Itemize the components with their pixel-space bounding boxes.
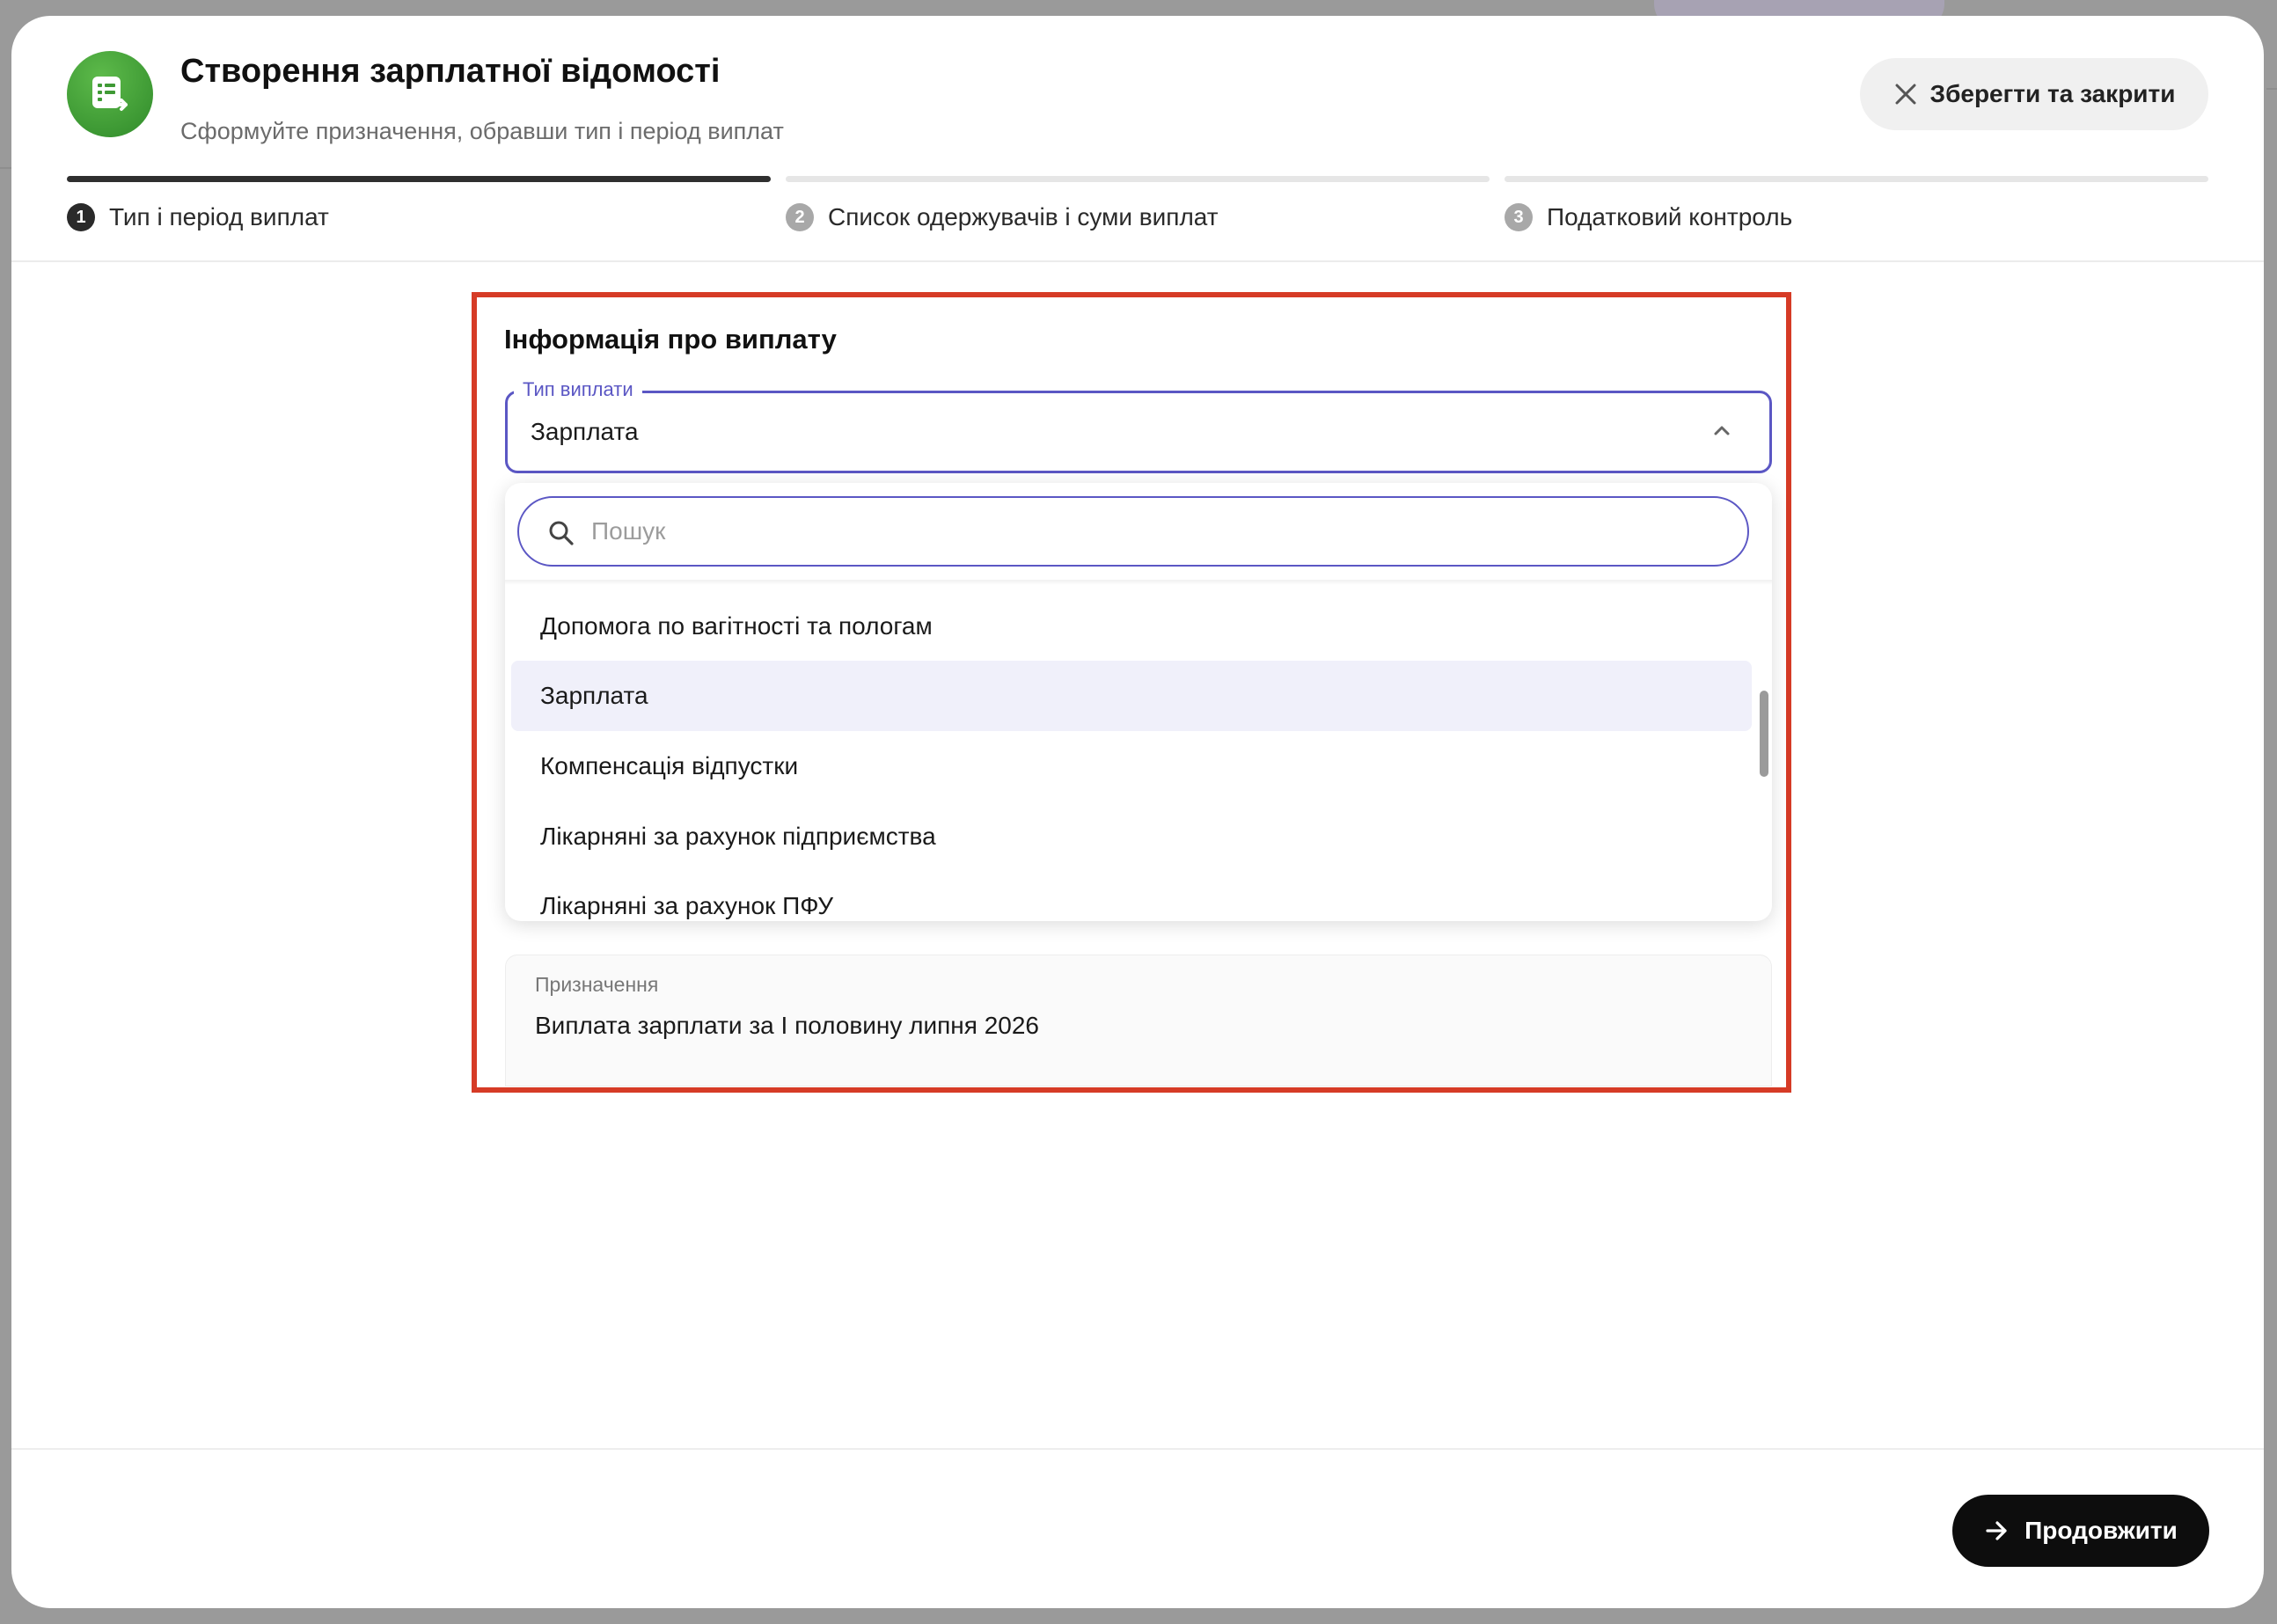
step-progress-bar: [786, 176, 1490, 182]
arrow-right-icon: [1986, 1521, 2007, 1540]
option-sick-leave-pfu[interactable]: Лікарняні за рахунок ПФУ: [511, 871, 1752, 921]
purpose-value: Виплата зарплати за І половину липня 202…: [535, 1012, 1040, 1039]
payroll-document-icon: [67, 51, 153, 137]
close-icon: [1895, 84, 1916, 105]
modal-footer: [11, 1448, 2264, 1608]
dropdown-search: [517, 496, 1749, 567]
continue-label: Продовжити: [2024, 1517, 2178, 1544]
option-sick-leave-company[interactable]: Лікарняні за рахунок підприємства: [511, 801, 1752, 872]
background-divider: [0, 167, 11, 169]
step-2[interactable]: 2 Список одержувачів і суми виплат: [786, 176, 1490, 231]
step-number: 1: [67, 203, 95, 231]
modal-header: Створення зарплатної відомості Сформуйте…: [11, 16, 2264, 262]
dropdown-scrollbar[interactable]: [1760, 691, 1768, 777]
search-divider: [505, 580, 1772, 585]
step-1[interactable]: 1 Тип і період виплат: [67, 176, 771, 231]
step-label: Тип і період виплат: [109, 203, 329, 230]
step-label: Податковий контроль: [1547, 203, 1793, 230]
search-input[interactable]: [591, 507, 1726, 556]
step-3[interactable]: 3 Податковий контроль: [1505, 176, 2208, 231]
step-progress-bar: [67, 176, 771, 182]
background-divider: [2266, 88, 2277, 90]
option-salary[interactable]: Зарплата: [511, 661, 1752, 731]
purpose-field[interactable]: Призначення Виплата зарплати за І полови…: [505, 955, 1772, 1086]
continue-button[interactable]: Продовжити: [1952, 1495, 2209, 1567]
step-number: 2: [786, 203, 814, 231]
step-label: Список одержувачів і суми виплат: [828, 203, 1219, 230]
stepper: 1 Тип і період виплат 2 Список одержувач…: [67, 176, 2209, 246]
step-progress-bar: [1505, 176, 2208, 182]
save-and-close-label: Зберегти та закрити: [1929, 80, 2176, 107]
modal-subtitle: Сформуйте призначення, обравши тип і пер…: [180, 118, 784, 144]
payment-type-dropdown: Допомога по вагітності та пологам Зарпла…: [505, 483, 1772, 921]
search-icon: [549, 521, 574, 545]
option-maternity[interactable]: Допомога по вагітності та пологам: [511, 591, 1752, 662]
modal-title: Створення зарплатної відомості: [180, 53, 721, 90]
save-and-close-button[interactable]: Зберегти та закрити: [1860, 58, 2208, 130]
section-title: Інформація про виплату: [504, 324, 837, 355]
option-vacation-compensation[interactable]: Компенсація відпустки: [511, 731, 1752, 801]
payment-type-value: Зарплата: [531, 418, 639, 445]
payment-type-select[interactable]: [505, 391, 1772, 473]
payment-type-label: Тип виплати: [514, 378, 642, 401]
step-number: 3: [1505, 203, 1533, 231]
purpose-label: Призначення: [535, 973, 659, 996]
chevron-up-icon[interactable]: [1709, 417, 1735, 443]
